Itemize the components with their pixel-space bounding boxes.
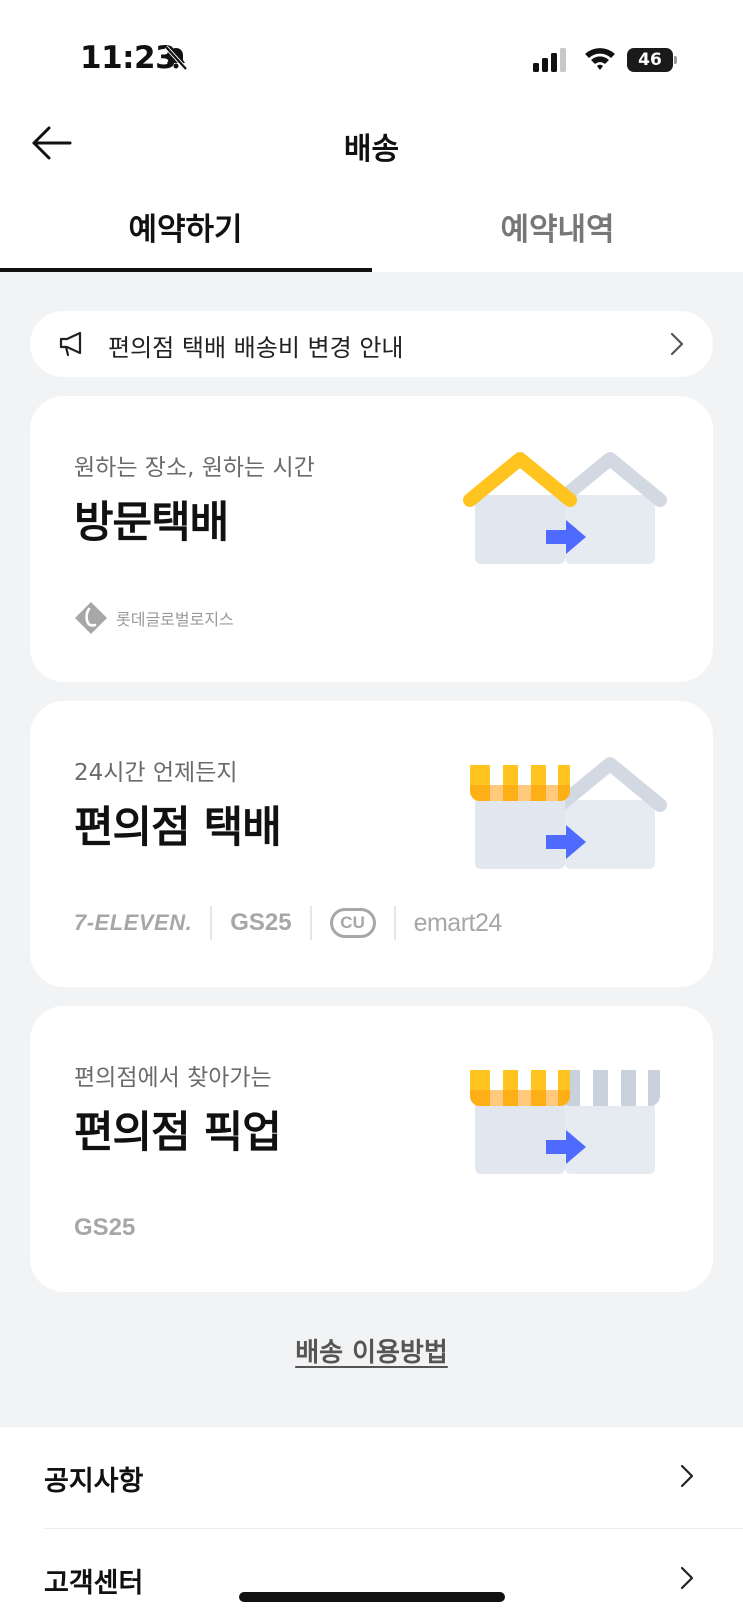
brand-cu-text: CU [340, 913, 365, 932]
home-indicator[interactable] [239, 1592, 505, 1602]
logo-divider [309, 906, 312, 940]
menu-item-label: 공지사항 [44, 1466, 144, 1497]
tab-reservation-history[interactable]: 예약내역 [372, 204, 743, 249]
megaphone-icon [59, 331, 82, 357]
brand-gs25: GS25 [230, 909, 292, 936]
store-to-house-illustration [470, 757, 667, 869]
notice-text: 편의점 택배 배송비 변경 안내 [108, 334, 404, 362]
menu-item-notices[interactable]: 공지사항 [0, 1427, 743, 1527]
cellular-signal-icon [533, 48, 566, 72]
bottom-menu: 공지사항 고객센터 [0, 1427, 743, 1616]
chevron-right-icon [680, 1566, 694, 1590]
card-title: 편의점 택배 [74, 803, 282, 853]
card-convenience-delivery[interactable]: 24시간 언제든지 편의점 택배 7-ELEVEN. GS25 CU emart… [30, 701, 713, 987]
chevron-right-icon [670, 332, 684, 356]
howto-link-container: 배송 이용방법 [0, 1332, 743, 1369]
card-subtitle: 원하는 장소, 원하는 시간 [74, 455, 315, 481]
bell-slash-icon [164, 45, 188, 71]
store-to-store-illustration [470, 1070, 660, 1174]
tab-reserve[interactable]: 예약하기 [0, 204, 371, 249]
wifi-icon [585, 48, 615, 70]
notice-banner[interactable]: 편의점 택배 배송비 변경 안내 [30, 311, 713, 377]
partner-logos: 롯데글로벌로지스 [74, 600, 234, 636]
partner-name: 롯데글로벌로지스 [116, 610, 234, 629]
card-title: 편의점 픽업 [74, 1108, 282, 1158]
brand-emart24: emart24 [413, 908, 503, 937]
howto-link[interactable]: 배송 이용방법 [295, 1338, 448, 1368]
card-subtitle: 편의점에서 찾아가는 [74, 1065, 272, 1091]
page-title: 배송 [343, 132, 400, 167]
store-brand-logos: 7-ELEVEN. GS25 CU emart24 [74, 905, 502, 941]
card-title: 방문택배 [74, 498, 229, 548]
battery-indicator: 46 [627, 48, 677, 72]
card-visit-delivery[interactable]: 원하는 장소, 원하는 시간 방문택배 롯데글로벌로지스 [30, 396, 713, 682]
battery-level: 46 [627, 48, 673, 72]
card-subtitle: 24시간 언제든지 [74, 760, 238, 786]
menu-item-customer-center[interactable]: 고객센터 [0, 1529, 743, 1616]
brand-cu: CU [329, 908, 376, 938]
active-tab-indicator [0, 268, 372, 272]
lotte-logistics-logo-icon [75, 602, 107, 634]
battery-nub [674, 56, 677, 64]
brand-gs25: GS25 [74, 1214, 136, 1241]
card-convenience-pickup[interactable]: 편의점에서 찾아가는 편의점 픽업 GS25 [30, 1006, 713, 1292]
store-brand-logos: GS25 [74, 1210, 135, 1246]
brand-seven-eleven: 7-ELEVEN. [74, 910, 193, 935]
logo-divider [393, 906, 396, 940]
logo-divider [210, 906, 213, 940]
chevron-right-icon [680, 1464, 694, 1488]
house-to-house-illustration [463, 452, 667, 564]
menu-item-label: 고객센터 [44, 1568, 144, 1599]
